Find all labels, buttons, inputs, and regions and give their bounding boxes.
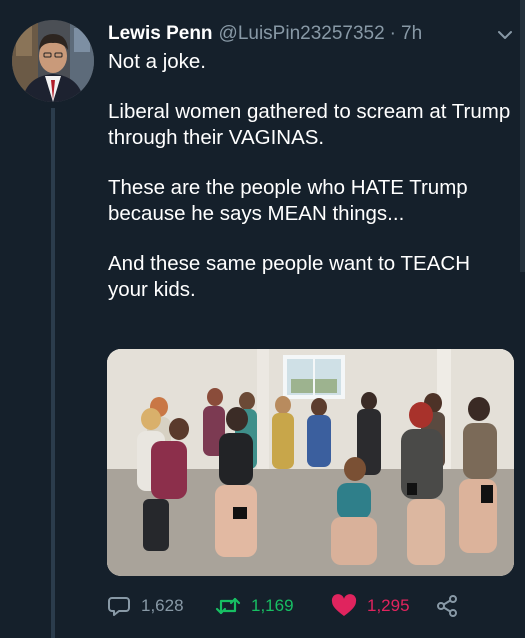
retweet-icon [215, 594, 241, 618]
tweet-paragraph: Liberal women gathered to scream at Trum… [108, 100, 511, 149]
tweet-header: Lewis Penn @LuisPin23257352 · 7h [108, 22, 508, 46]
action-bar: 1,628 1,169 1,295 [107, 592, 507, 620]
share-button[interactable] [435, 592, 459, 620]
like-button[interactable]: 1,295 [331, 592, 410, 620]
timestamp[interactable]: 7h [401, 23, 422, 45]
chevron-down-icon[interactable] [496, 26, 514, 44]
tweet-paragraph: These are the people who HATE Trump beca… [108, 176, 468, 225]
reply-button[interactable]: 1,628 [107, 592, 184, 620]
retweet-count: 1,169 [251, 596, 294, 615]
like-count: 1,295 [367, 596, 410, 615]
tweet-text: Not a joke. Liberal women gathered to sc… [108, 49, 513, 303]
tweet[interactable]: Lewis Penn @LuisPin23257352 · 7h Not a j… [0, 0, 525, 638]
tweet-paragraph: And these same people want to TEACH your… [108, 252, 470, 301]
reply-icon [107, 594, 131, 618]
heart-icon [331, 594, 357, 618]
share-icon [435, 594, 459, 618]
thread-line [51, 108, 55, 638]
display-name[interactable]: Lewis Penn [108, 23, 213, 45]
retweet-button[interactable]: 1,169 [215, 592, 294, 620]
separator-dot: · [389, 23, 396, 44]
tweet-paragraph: Not a joke. [108, 50, 206, 73]
avatar[interactable] [12, 20, 94, 102]
photo-group-of-women [107, 349, 514, 576]
user-handle[interactable]: @LuisPin23257352 [219, 23, 385, 45]
tweet-photo[interactable] [107, 349, 514, 576]
scrollbar[interactable] [520, 0, 525, 272]
avatar-portrait [12, 20, 94, 102]
reply-count: 1,628 [141, 596, 184, 615]
